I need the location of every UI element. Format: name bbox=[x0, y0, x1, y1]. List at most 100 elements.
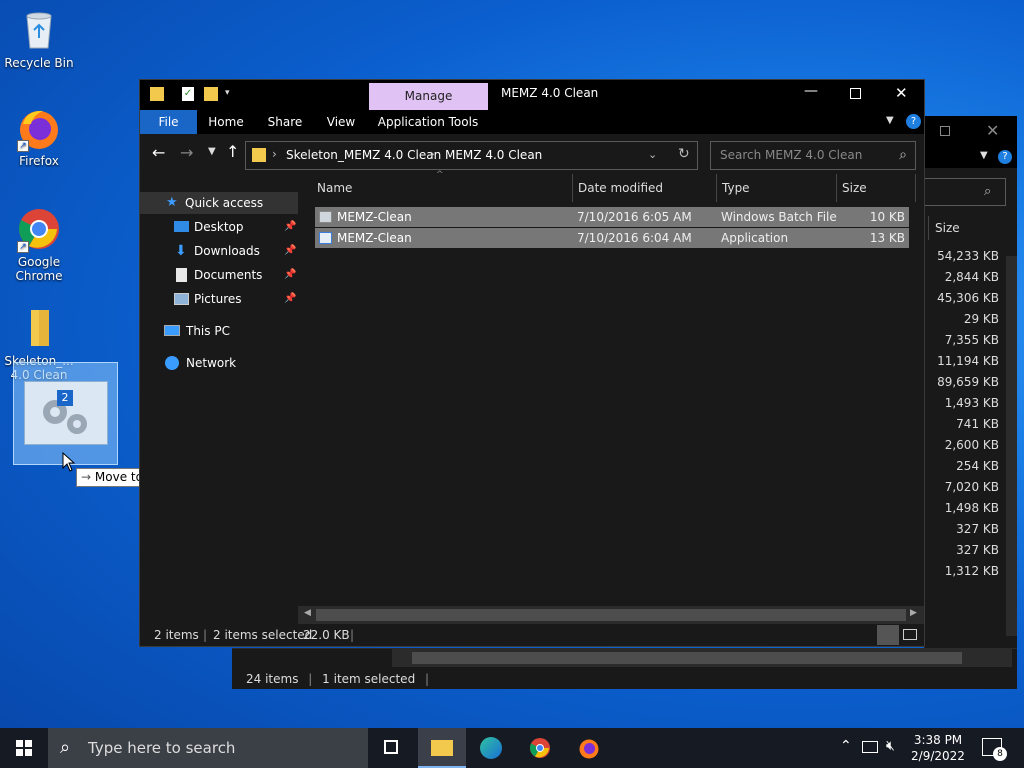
title-bar: ✓ ▾ Manage MEMZ 4.0 Clean — ✕ bbox=[140, 80, 924, 110]
desktop-icon-label: Firefox bbox=[19, 154, 59, 168]
scroll-left-icon[interactable]: ◀ bbox=[304, 608, 311, 618]
desktop-icon-chrome[interactable]: ↗ Google Chrome bbox=[1, 207, 77, 283]
maximize-icon[interactable] bbox=[850, 88, 861, 99]
taskbar-edge[interactable] bbox=[467, 728, 515, 768]
refresh-icon[interactable]: ↻ bbox=[678, 146, 690, 162]
breadcrumb-item[interactable]: Skeleton_MEMZ 4.0 Clean bbox=[286, 148, 441, 162]
taskbar-firefox[interactable] bbox=[565, 728, 613, 768]
nav-item-pictures[interactable]: Pictures 📌 bbox=[174, 288, 298, 310]
manage-tab[interactable]: Manage bbox=[369, 83, 488, 110]
nav-quick-access[interactable]: ★ Quick access bbox=[140, 192, 298, 214]
horizontal-scrollbar[interactable]: ◀ ▶ bbox=[298, 606, 924, 624]
ribbon-expand-icon[interactable]: ▼ bbox=[886, 115, 894, 126]
pin-icon[interactable]: 📌 bbox=[284, 216, 296, 238]
search-box[interactable]: Search MEMZ 4.0 Clean ⌕ bbox=[710, 141, 916, 170]
selected-count: 2 items selected bbox=[213, 628, 313, 642]
pin-icon[interactable]: 📌 bbox=[284, 264, 296, 286]
address-dropdown-icon[interactable]: ⌄ bbox=[648, 148, 657, 161]
column-header-type[interactable]: Type bbox=[716, 174, 836, 202]
back-size-cell: 2,600 KB bbox=[944, 438, 999, 452]
scroll-right-icon[interactable]: ▶ bbox=[910, 608, 917, 618]
help-icon[interactable]: ? bbox=[906, 114, 921, 129]
search-icon: ⌕ bbox=[984, 184, 992, 199]
drag-folder-icon: 2 bbox=[24, 381, 108, 445]
back-item-count: 24 items bbox=[246, 672, 299, 686]
drag-preview: 2 bbox=[13, 362, 118, 465]
tab-share[interactable]: Share bbox=[262, 110, 308, 134]
size-column-header[interactable]: Size bbox=[928, 216, 1004, 240]
desktop-icon-recycle-bin[interactable]: Recycle Bin bbox=[1, 8, 77, 70]
back-scrollbar[interactable] bbox=[1006, 256, 1017, 636]
maximize-icon[interactable] bbox=[940, 126, 950, 136]
back-explorer-window[interactable]: ✕ ▼ ? ⌕ Size 54,233 KB 2,844 KB 45,306 KB 2… bbox=[232, 116, 1017, 689]
action-center-icon[interactable]: 8 bbox=[982, 738, 1007, 761]
back-horizontal-scrollbar[interactable] bbox=[392, 649, 1012, 667]
up-arrow-icon[interactable]: ↑ bbox=[226, 142, 239, 161]
nav-item-downloads[interactable]: ⬇ Downloads 📌 bbox=[174, 240, 298, 262]
back-arrow-icon[interactable]: ← bbox=[152, 143, 165, 162]
scrollbar-thumb[interactable] bbox=[316, 609, 906, 621]
show-hidden-icons-icon[interactable]: ⌃ bbox=[840, 738, 852, 754]
properties-icon[interactable]: ✓ bbox=[182, 87, 194, 101]
details-view-icon[interactable] bbox=[877, 625, 899, 645]
tab-view[interactable]: View bbox=[320, 110, 362, 134]
quick-access-dropdown-icon[interactable]: ▾ bbox=[225, 88, 230, 98]
nav-label: Pictures bbox=[194, 292, 242, 306]
network-tray-icon[interactable] bbox=[862, 741, 878, 753]
column-header-size[interactable]: Size bbox=[836, 174, 916, 202]
pin-icon[interactable]: 📌 bbox=[284, 240, 296, 262]
back-size-cell: 11,194 KB bbox=[937, 354, 999, 368]
back-size-cell: 89,659 KB bbox=[937, 375, 999, 389]
download-icon: ⬇ bbox=[175, 243, 187, 259]
back-size-cell: 29 KB bbox=[963, 312, 999, 326]
clock[interactable]: 3:38 PM 2/9/2022 bbox=[906, 732, 970, 764]
taskbar-search-box[interactable]: ⌕ Type here to search bbox=[48, 728, 368, 768]
file-row[interactable]: MEMZ-Clean 7/10/2016 6:04 AM Application… bbox=[315, 228, 909, 248]
column-header-date[interactable]: Date modified bbox=[572, 174, 716, 202]
pin-icon[interactable]: 📌 bbox=[284, 288, 296, 310]
large-icons-view-icon[interactable] bbox=[903, 629, 917, 640]
minimize-icon[interactable]: — bbox=[804, 83, 818, 99]
nav-item-desktop[interactable]: Desktop 📌 bbox=[174, 216, 298, 238]
recent-locations-icon[interactable]: ▼ bbox=[208, 146, 216, 157]
firefox-icon bbox=[579, 739, 599, 759]
explorer-window[interactable]: ✓ ▾ Manage MEMZ 4.0 Clean — ✕ File Home … bbox=[139, 79, 925, 647]
desktop-icon-firefox[interactable]: ↗ Firefox bbox=[1, 106, 77, 168]
clock-time: 3:38 PM bbox=[913, 733, 963, 747]
start-button[interactable] bbox=[0, 728, 48, 768]
taskbar-chrome[interactable] bbox=[516, 728, 564, 768]
back-search-box[interactable]: ⌕ bbox=[924, 178, 1006, 206]
chevron-down-icon[interactable]: ▼ bbox=[980, 150, 988, 161]
nav-network[interactable]: Network bbox=[164, 352, 298, 374]
close-icon[interactable]: ✕ bbox=[986, 121, 999, 140]
address-bar[interactable]: › Skeleton_MEMZ 4.0 Clean › MEMZ 4.0 Cle… bbox=[245, 141, 698, 170]
tab-home[interactable]: Home bbox=[202, 110, 250, 134]
close-icon[interactable]: ✕ bbox=[895, 84, 908, 102]
edge-icon bbox=[480, 737, 502, 759]
folder-icon bbox=[17, 306, 61, 350]
file-type: Windows Batch File bbox=[721, 210, 837, 224]
folder-icon bbox=[150, 87, 164, 101]
tab-application-tools[interactable]: Application Tools bbox=[376, 110, 480, 134]
desktop-icon bbox=[174, 221, 189, 232]
back-size-cell: 1,312 KB bbox=[944, 564, 999, 578]
back-size-cell: 7,355 KB bbox=[944, 333, 999, 347]
chrome-icon bbox=[530, 738, 550, 758]
nav-label: Downloads bbox=[194, 244, 260, 258]
task-view-button[interactable] bbox=[368, 728, 416, 768]
file-row[interactable]: MEMZ-Clean 7/10/2016 6:05 AM Windows Bat… bbox=[315, 207, 909, 227]
nav-this-pc[interactable]: This PC bbox=[164, 320, 298, 342]
back-size-cell: 2,844 KB bbox=[944, 270, 999, 284]
tab-file[interactable]: File bbox=[140, 110, 197, 134]
new-folder-icon[interactable] bbox=[204, 87, 218, 101]
forward-arrow-icon[interactable]: → bbox=[180, 143, 193, 162]
nav-item-documents[interactable]: Documents 📌 bbox=[174, 264, 298, 286]
file-size: 10 KB bbox=[869, 210, 905, 224]
help-icon[interactable]: ? bbox=[998, 150, 1012, 164]
desktop-icon-label: Google Chrome bbox=[15, 255, 63, 283]
back-window-bottom: 24 items | 1 item selected | bbox=[232, 648, 1017, 689]
column-header-name[interactable]: Name bbox=[317, 174, 572, 202]
breadcrumb-item[interactable]: MEMZ 4.0 Clean bbox=[445, 148, 542, 162]
volume-muted-icon[interactable]: 🔇︎ bbox=[886, 738, 895, 754]
taskbar-file-explorer[interactable] bbox=[418, 728, 466, 768]
